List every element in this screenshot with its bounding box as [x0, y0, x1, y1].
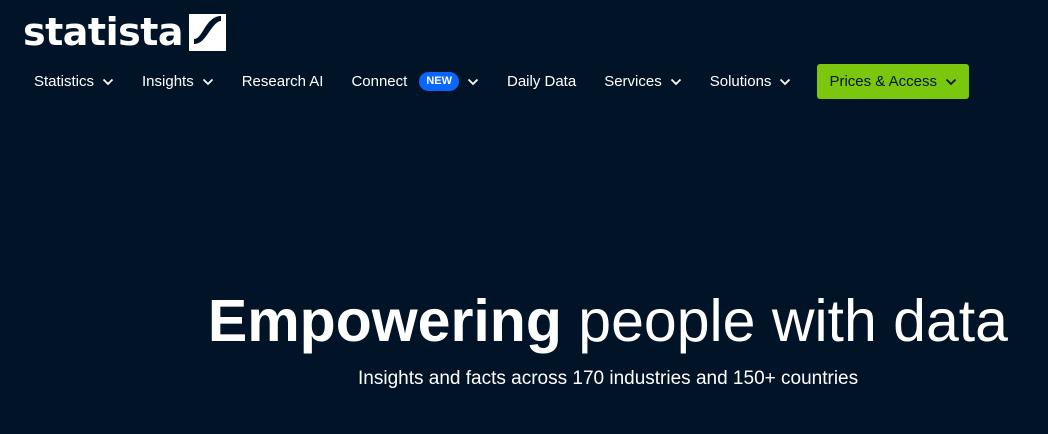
statista-logo[interactable]: statista — [23, 10, 227, 54]
nav-item-services-label: Services — [604, 73, 662, 90]
hero-title-rest: people with data — [578, 288, 1008, 354]
statista-logo-mark-icon — [189, 13, 227, 51]
nav-item-research-ai-label: Research AI — [241, 73, 324, 90]
nav-item-statistics[interactable]: Statistics — [22, 64, 126, 99]
nav-item-connect-label: Connect — [351, 73, 408, 90]
new-badge: NEW — [419, 72, 459, 91]
nav-item-services[interactable]: Services — [592, 64, 694, 99]
hero-title-strong: Empowering — [207, 288, 562, 354]
nav-item-solutions-label: Solutions — [709, 73, 772, 90]
nav-item-daily-data[interactable]: Daily Data — [495, 64, 588, 99]
chevron-down-icon — [102, 78, 114, 85]
hero-subtitle: Insights and facts across 170 industries… — [358, 368, 859, 389]
nav-item-statistics-label: Statistics — [34, 73, 95, 90]
chevron-down-icon — [945, 78, 957, 85]
prices-access-button[interactable]: Prices & Access — [817, 64, 969, 99]
nav-item-research-ai[interactable]: Research AI — [230, 64, 336, 99]
main-navigation: Statistics Insights Research AI Connect … — [22, 64, 969, 99]
hero-title: Empowering people with data — [208, 285, 1008, 357]
chevron-down-icon — [202, 78, 213, 85]
chevron-down-icon — [670, 78, 681, 85]
prices-access-label: Prices & Access — [829, 73, 937, 90]
logo-text: statista — [23, 10, 184, 54]
chevron-down-icon — [780, 78, 791, 85]
chevron-down-icon — [467, 78, 479, 85]
nav-item-daily-data-label: Daily Data — [506, 73, 577, 90]
nav-item-solutions[interactable]: Solutions — [698, 64, 804, 99]
nav-item-insights[interactable]: Insights — [130, 64, 226, 99]
nav-item-insights-label: Insights — [142, 73, 194, 90]
nav-item-connect[interactable]: Connect NEW — [339, 64, 491, 99]
